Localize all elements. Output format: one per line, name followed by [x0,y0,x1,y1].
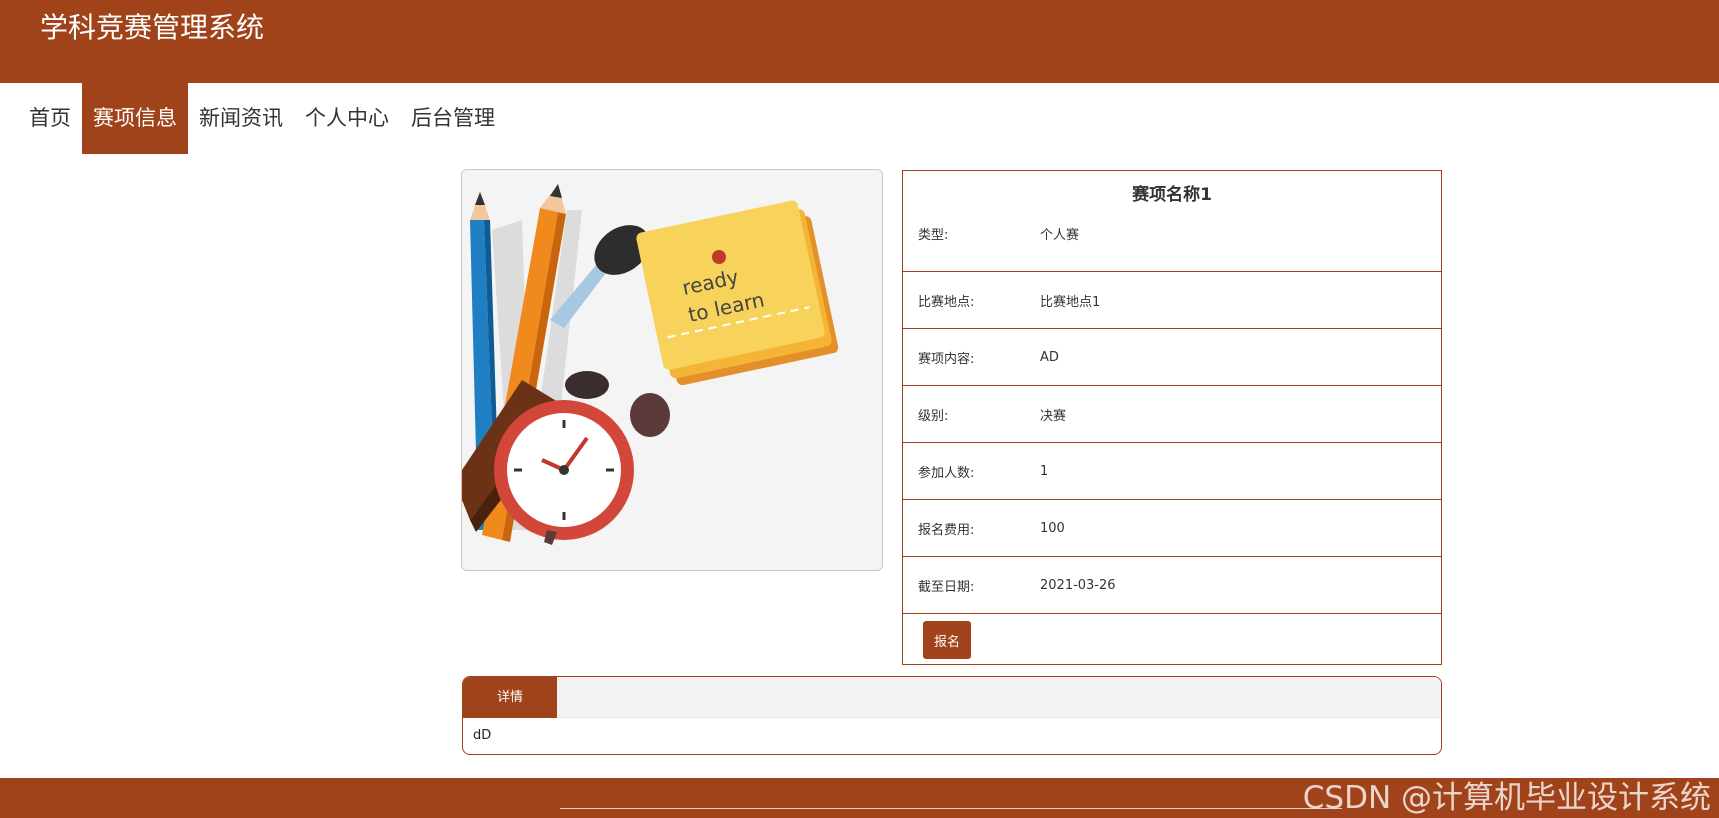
detail-row-deadline: 截至日期: 2021-03-26 [903,557,1441,613]
detail-row-level: 级别: 决赛 [903,386,1441,442]
detail-value: 1 [1040,463,1049,479]
nav-item-personal[interactable]: 个人中心 [294,83,400,154]
tab-content: dD [473,728,492,743]
watermark-text: CSDN @计算机毕业设计系统 [1302,780,1711,816]
detail-value: 比赛地点1 [1040,294,1101,310]
detail-label: 级别: [918,408,949,424]
detail-label: 比赛地点: [918,294,975,310]
nav-item-home[interactable]: 首页 [18,83,82,154]
footer-divider [560,808,1342,809]
ready-to-learn-illustration: ready to learn [462,170,882,570]
event-detail-panel: 赛项名称1 类型: 个人赛 比赛地点: 比赛地点1 赛项内容: AD 级别: 决… [902,170,1442,665]
detail-label: 报名费用: [918,522,975,538]
detail-value: 100 [1040,520,1065,536]
detail-row-fee: 报名费用: 100 [903,500,1441,556]
detail-row-participants: 参加人数: 1 [903,443,1441,499]
tab-header: 详情 [463,677,1441,718]
detail-label: 截至日期: [918,579,975,595]
detail-label: 参加人数: [918,465,975,481]
detail-row-type: 类型: 个人赛 [903,213,1441,253]
detail-row-content: 赛项内容: AD [903,329,1441,385]
detail-value: 2021-03-26 [1040,577,1116,593]
detail-value: AD [1040,349,1059,365]
site-title: 学科竞赛管理系统 [40,11,265,44]
event-image: ready to learn [461,169,883,571]
detail-tabs: 详情 dD [462,676,1442,755]
nav-item-events[interactable]: 赛项信息 [82,83,188,154]
detail-label: 赛项内容: [918,351,975,367]
signup-button[interactable]: 报名 [923,621,971,659]
detail-value: 个人赛 [1040,227,1080,243]
main-nav: 首页 赛项信息 新闻资讯 个人中心 后台管理 [18,83,506,154]
detail-value: 决赛 [1040,408,1067,424]
tab-details[interactable]: 详情 [463,677,557,718]
footer-bar: CSDN @计算机毕业设计系统 [0,778,1719,818]
detail-row-location: 比赛地点: 比赛地点1 [903,272,1441,328]
row-divider [903,613,1441,614]
header-bar: 学科竞赛管理系统 [0,0,1719,83]
nav-item-admin[interactable]: 后台管理 [400,83,506,154]
detail-label: 类型: [918,227,949,243]
nav-item-news[interactable]: 新闻资讯 [188,83,294,154]
